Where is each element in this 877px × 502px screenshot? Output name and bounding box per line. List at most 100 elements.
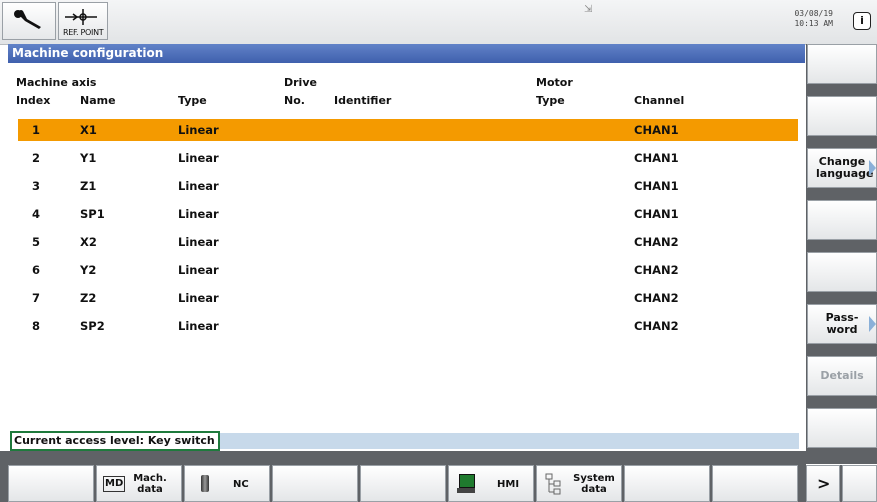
cell-name: SP2 (80, 319, 105, 333)
cell-type: Linear (178, 235, 219, 249)
table-row[interactable]: 8 SP2 Linear CHAN2 (18, 315, 798, 337)
table-row[interactable]: 2 Y1 Linear CHAN1 (18, 147, 798, 169)
group-header-drive: Drive (284, 76, 317, 89)
cell-index: 7 (32, 291, 41, 305)
group-header-motor: Motor (536, 76, 573, 89)
hmi-label: HMI (497, 479, 520, 490)
top-toolbar: REF. POINT ⇲ 03/08/19 10:13 AM i (0, 0, 877, 45)
mach-data-label: Mach. data (133, 473, 167, 495)
cell-name: Y1 (80, 151, 97, 165)
cell-index: 4 (32, 207, 41, 221)
cell-channel: CHAN2 (634, 319, 679, 333)
softkey-8[interactable] (807, 408, 877, 448)
cell-index: 8 (32, 319, 41, 333)
setup-wrench-button[interactable] (2, 2, 56, 40)
status-strip (220, 433, 799, 449)
softkey-5[interactable] (807, 252, 877, 292)
table-row[interactable]: 7 Z2 Linear CHAN2 (18, 287, 798, 309)
date-time: 03/08/19 10:13 AM (794, 9, 833, 29)
cell-index: 1 (32, 123, 41, 137)
main-panel: Machine configuration Machine axis Drive… (8, 44, 805, 463)
mouse-cursor-icon: ⇲ (584, 4, 593, 15)
ref-point-button[interactable]: REF. POINT (58, 2, 108, 40)
system-data-button[interactable]: System data (536, 465, 622, 502)
date-text: 03/08/19 (794, 9, 833, 18)
softkey-4[interactable] (807, 200, 877, 240)
cell-channel: CHAN1 (634, 151, 679, 165)
cell-type: Linear (178, 291, 219, 305)
cell-channel: CHAN1 (634, 179, 679, 193)
cell-index: 3 (32, 179, 41, 193)
separator-band (0, 451, 806, 465)
next-button[interactable]: > (806, 465, 840, 502)
nc-cylinder-icon (201, 475, 209, 492)
cell-channel: CHAN1 (634, 123, 679, 137)
cell-name: X1 (80, 123, 97, 137)
cell-channel: CHAN2 (634, 235, 679, 249)
cell-channel: CHAN2 (634, 263, 679, 277)
table-row[interactable]: 3 Z1 Linear CHAN1 (18, 175, 798, 197)
hsoftkey-1[interactable] (8, 465, 94, 502)
column-header-type: Type (178, 94, 207, 107)
column-header-motor-type: Type (536, 94, 565, 107)
time-text: 10:13 AM (794, 19, 833, 28)
column-header-identifier: Identifier (334, 94, 392, 107)
window-title: Machine configuration (8, 44, 805, 63)
softkey-1[interactable] (807, 44, 877, 84)
column-header-index: Index (16, 94, 51, 107)
cell-type: Linear (178, 319, 219, 333)
cell-name: Z1 (80, 179, 97, 193)
cell-type: Linear (178, 207, 219, 221)
password-label: Pass- word (825, 311, 859, 336)
cell-channel: CHAN1 (634, 207, 679, 221)
table-row[interactable]: 4 SP1 Linear CHAN1 (18, 203, 798, 225)
change-language-label: Change language (816, 155, 874, 180)
softkey-2[interactable] (807, 96, 877, 136)
hmi-button[interactable]: HMI (448, 465, 534, 502)
info-button[interactable]: i (853, 12, 871, 30)
hmi-keyboard-icon (457, 488, 475, 493)
cell-index: 5 (32, 235, 41, 249)
cell-name: Z2 (80, 291, 97, 305)
access-level-status: Current access level: Key switch 0 (10, 431, 220, 463)
cell-type: Linear (178, 179, 219, 193)
column-header-name: Name (80, 94, 116, 107)
table-row[interactable]: 5 X2 Linear CHAN2 (18, 231, 798, 253)
vertical-softkey-bar: Change language Pass- word Details (806, 44, 877, 464)
wrench-icon (14, 10, 41, 29)
nc-label: NC (233, 479, 249, 490)
horizontal-softkey-bar: MD Mach. data NC HMI System data > (0, 465, 877, 502)
nc-button[interactable]: NC (184, 465, 270, 502)
cell-name: X2 (80, 235, 97, 249)
md-icon: MD (103, 476, 126, 492)
column-header-drive-no: No. (284, 94, 305, 107)
next-arrow-icon: > (817, 474, 831, 493)
submenu-arrow-icon (869, 316, 876, 332)
table-row[interactable]: 1 X1 Linear CHAN1 (18, 119, 798, 141)
cell-type: Linear (178, 151, 219, 165)
hsoftkey-5[interactable] (360, 465, 446, 502)
cell-type: Linear (178, 123, 219, 137)
system-data-label: System data (573, 473, 615, 495)
change-language-button[interactable]: Change language (807, 148, 877, 188)
cell-index: 2 (32, 151, 41, 165)
ref-point-label: REF. POINT (63, 28, 104, 37)
cell-channel: CHAN2 (634, 291, 679, 305)
password-button[interactable]: Pass- word (807, 304, 877, 344)
tree-icon (545, 473, 561, 495)
hmi-monitor-icon (459, 474, 475, 488)
hsoftkey-4[interactable] (272, 465, 358, 502)
details-label: Details (820, 369, 864, 382)
hsoftkey-9[interactable] (712, 465, 798, 502)
column-header-channel: Channel (634, 94, 685, 107)
cell-type: Linear (178, 263, 219, 277)
group-header-machine-axis: Machine axis (16, 76, 97, 89)
submenu-arrow-icon (869, 160, 876, 176)
details-button[interactable]: Details (807, 356, 877, 396)
mach-data-button[interactable]: MD Mach. data (96, 465, 182, 502)
cell-name: Y2 (80, 263, 97, 277)
cell-index: 6 (32, 263, 41, 277)
table-row[interactable]: 6 Y2 Linear CHAN2 (18, 259, 798, 281)
hsoftkey-8[interactable] (624, 465, 710, 502)
hsoftkey-11[interactable] (842, 465, 877, 502)
